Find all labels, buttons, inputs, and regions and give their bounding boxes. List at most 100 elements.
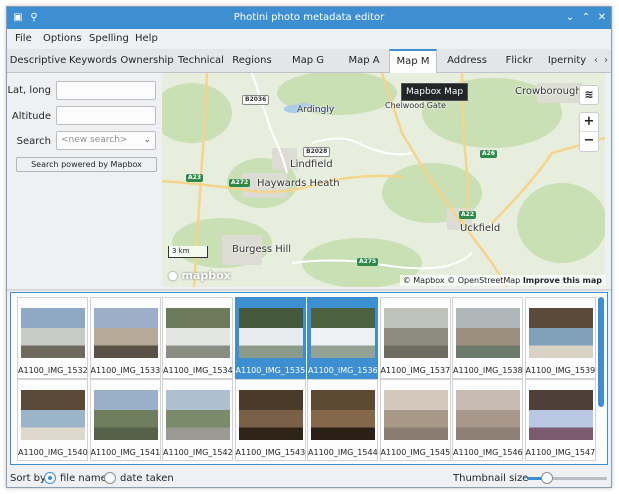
lat-long-label: Lat, long [7, 85, 51, 96]
thumbnail-item[interactable]: A1100_IMG_1536 [307, 297, 378, 379]
tab-bar: Descriptive Keywords Ownership Technical… [7, 49, 611, 74]
thumbnail-item[interactable]: A1100_IMG_1532 [17, 297, 88, 379]
map-attribution: © Mapbox © OpenStreetMap Improve this ma… [399, 275, 605, 286]
tab-map-g[interactable]: Map G [277, 49, 339, 73]
tab-tooltip: Mapbox Map [401, 83, 469, 101]
sort-file-name-label[interactable]: file name [60, 473, 107, 484]
thumbnail-image [21, 308, 85, 358]
thumbnail-caption: A1100_IMG_1536 [308, 366, 378, 375]
splitter-handle[interactable] [7, 289, 611, 291]
chevron-down-icon: ⌄ [143, 135, 151, 145]
thumbnail-caption: A1100_IMG_1545 [380, 448, 451, 457]
menu-help[interactable]: Help [135, 33, 158, 44]
map-scale: 3 km [168, 246, 208, 258]
tab-ownership[interactable]: Ownership [119, 49, 175, 73]
search-label: Search [16, 136, 51, 147]
thumbnail-item[interactable]: A1100_IMG_1541 [89, 379, 161, 461]
tab-flickr[interactable]: Flickr [497, 49, 541, 73]
thumbnail-caption: A1100_IMG_1546 [453, 448, 523, 457]
menu-file[interactable]: File [15, 33, 32, 44]
map-road-a275: A275 [357, 258, 379, 266]
thumbnail-item[interactable]: A1100_IMG_1537 [379, 297, 451, 379]
menu-spelling[interactable]: Spelling [89, 33, 129, 44]
sort-date-taken-radio[interactable] [104, 472, 116, 484]
thumbnail-item[interactable]: A1100_IMG_1542 [162, 379, 233, 461]
thumbnail-item[interactable]: A1100_IMG_1544 [307, 379, 378, 461]
status-bar: Sort by file name date taken Thumbnail s… [7, 467, 611, 487]
chevron-up-icon[interactable]: ⌃ [579, 11, 593, 25]
thumbnail-caption: A1100_IMG_1544 [308, 448, 378, 457]
thumbnail-image [456, 390, 520, 440]
map-place-ardingly: Ardingly [297, 105, 335, 115]
thumbnail-caption: A1100_IMG_1539 [525, 366, 596, 375]
tab-scroll-left-icon[interactable]: ‹ [591, 49, 601, 73]
improve-map-link[interactable]: Improve this map [523, 276, 602, 285]
thumbnail-image [93, 390, 158, 440]
zoom-out-button[interactable]: − [580, 132, 598, 151]
altitude-label: Altitude [11, 111, 51, 122]
map-road-a23: A23 [186, 174, 203, 182]
search-combobox[interactable]: <new search> ⌄ [56, 131, 156, 150]
tab-keywords[interactable]: Keywords [67, 49, 119, 73]
map-road-a22: A22 [459, 211, 476, 219]
thumbnail-image [166, 390, 230, 440]
lat-long-input[interactable] [56, 81, 156, 100]
sort-file-name-radio[interactable] [44, 472, 56, 484]
thumbnail-caption: A1100_IMG_1541 [90, 448, 161, 457]
app-window: ▣ ⚲ Photini photo metadata editor ⌄ ⌃ ✕ … [6, 6, 612, 488]
tab-map-m[interactable]: Map M [389, 49, 437, 74]
tab-ipernity[interactable]: Ipernity [541, 49, 593, 73]
thumbnail-item[interactable]: A1100_IMG_1533 [89, 297, 161, 379]
thumbnail-caption: A1100_IMG_1534 [163, 366, 233, 375]
attribution-mapbox-link[interactable]: © Mapbox [403, 276, 445, 285]
thumbnail-image [528, 308, 593, 358]
menu-options[interactable]: Options [43, 33, 82, 44]
tab-scroll-right-icon[interactable]: › [601, 49, 611, 73]
thumbnail-item[interactable]: A1100_IMG_1543 [234, 379, 306, 461]
thumbnail-caption: A1100_IMG_1542 [163, 448, 233, 457]
tab-regions[interactable]: Regions [227, 49, 277, 73]
thumbnail-item[interactable]: A1100_IMG_1535 [234, 297, 306, 379]
thumbnail-item[interactable]: A1100_IMG_1547 [524, 379, 596, 461]
tab-technical[interactable]: Technical [175, 49, 227, 73]
thumbnail-image [311, 308, 375, 358]
thumbnail-item[interactable]: A1100_IMG_1545 [379, 379, 451, 461]
thumbnail-scrollbar[interactable] [598, 297, 604, 407]
map-view[interactable]: Ardingly Chelwood Gate Crowborough Lindf… [162, 73, 605, 287]
zoom-in-button[interactable]: + [580, 113, 598, 132]
thumbnail-item[interactable]: A1100_IMG_1546 [452, 379, 523, 461]
chevron-down-icon[interactable]: ⌄ [563, 11, 577, 25]
layers-icon[interactable]: ≋ [579, 85, 599, 105]
thumbnail-item[interactable]: A1100_IMG_1538 [452, 297, 523, 379]
map-road-a272: A272 [229, 179, 251, 187]
search-mapbox-button[interactable]: Search powered by Mapbox [16, 157, 157, 172]
thumbnail-item[interactable]: A1100_IMG_1540 [17, 379, 88, 461]
tab-descriptive[interactable]: Descriptive [9, 49, 67, 73]
slider-knob[interactable] [541, 472, 553, 484]
map-place-burgess-hill: Burgess Hill [232, 244, 292, 255]
thumbnail-size-slider[interactable] [527, 472, 607, 484]
thumbnail-caption: A1100_IMG_1540 [18, 448, 88, 457]
altitude-input[interactable] [56, 106, 156, 125]
location-panel: Lat, long Altitude Search <new search> ⌄… [7, 73, 162, 289]
thumbnail-caption: A1100_IMG_1538 [453, 366, 523, 375]
thumbnail-image [383, 390, 448, 440]
thumbnail-grid[interactable]: A1100_IMG_1532 A1100_IMG_1533 A1100_IMG_15… [10, 292, 608, 465]
menu-bar: File Options Spelling Help [7, 29, 611, 49]
map-place-uckfield: Uckfield [460, 223, 501, 234]
sort-date-taken-label[interactable]: date taken [120, 473, 174, 484]
map-place-chelwood-gate: Chelwood Gate [385, 101, 446, 110]
title-bar: ▣ ⚲ Photini photo metadata editor ⌄ ⌃ ✕ [7, 7, 611, 29]
thumbnail-caption: A1100_IMG_1537 [380, 366, 451, 375]
tab-map-a[interactable]: Map A [339, 49, 389, 73]
thumbnail-image [238, 308, 303, 358]
thumbnail-item[interactable]: A1100_IMG_1534 [162, 297, 233, 379]
close-icon[interactable]: ✕ [595, 11, 609, 25]
tab-address[interactable]: Address [437, 49, 497, 73]
map-place-haywards-heath: Haywards Heath [257, 178, 340, 189]
thumbnail-item[interactable]: A1100_IMG_1539 [524, 297, 596, 379]
map-road-b2028: B2028 [303, 147, 331, 157]
thumbnail-image [456, 308, 520, 358]
attribution-osm-link[interactable]: © OpenStreetMap [447, 276, 520, 285]
thumbnail-image [383, 308, 448, 358]
